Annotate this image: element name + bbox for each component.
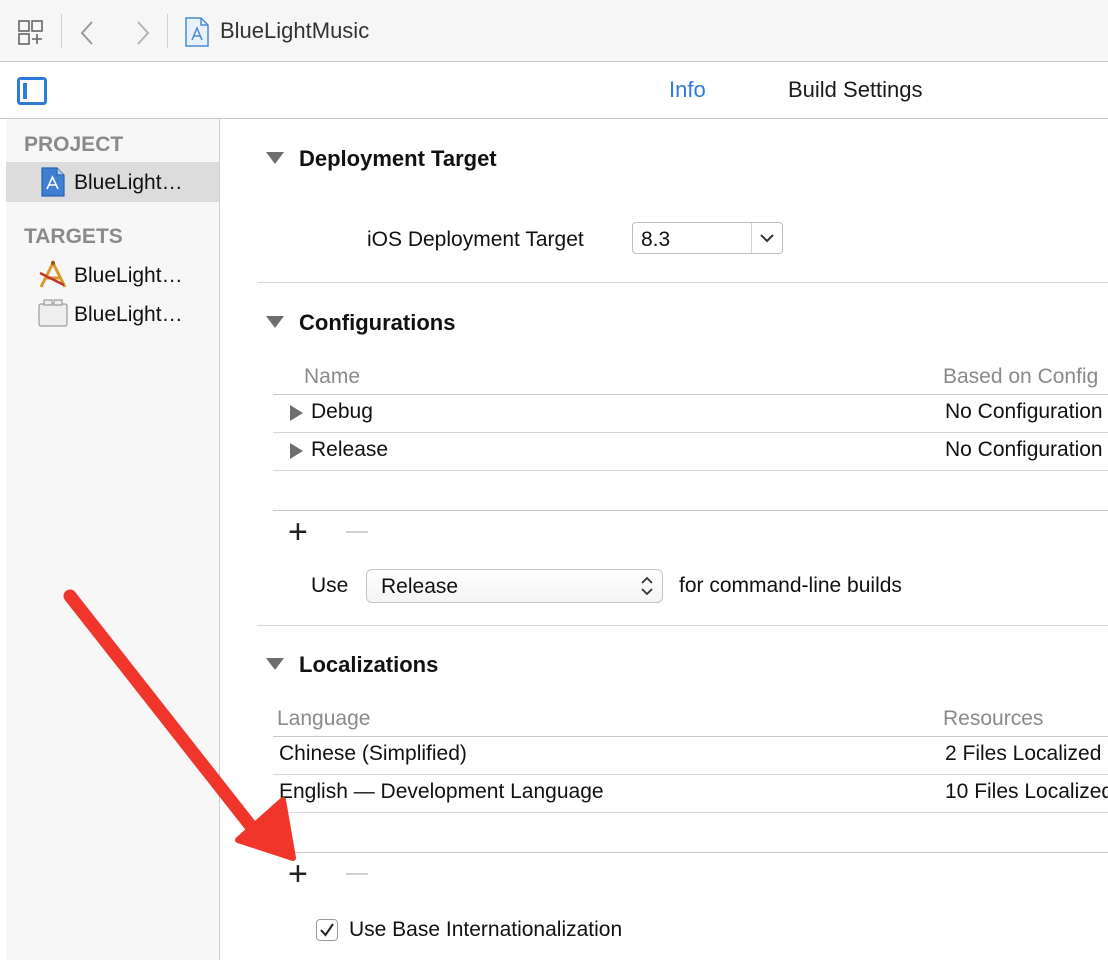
chevron-down-icon[interactable] xyxy=(751,223,782,253)
column-header-name[interactable]: Name xyxy=(304,365,360,389)
localization-row-language[interactable]: Chinese (Simplified) xyxy=(279,742,467,766)
remove-configuration-button[interactable] xyxy=(346,531,368,533)
sidebar-item-test-target[interactable]: BlueLight… xyxy=(6,294,219,334)
ios-deployment-target-label: iOS Deployment Target xyxy=(367,228,584,251)
back-chevron-icon[interactable] xyxy=(72,16,102,50)
project-file-icon xyxy=(182,15,212,49)
tab-build-settings[interactable]: Build Settings xyxy=(788,77,923,103)
toolbar-divider xyxy=(61,14,62,48)
column-header-language[interactable]: Language xyxy=(277,707,370,731)
deployment-disclosure-triangle[interactable] xyxy=(266,152,284,164)
related-items-grid-icon[interactable] xyxy=(14,16,48,50)
deployment-section-title: Deployment Target xyxy=(299,146,497,171)
localizations-disclosure-triangle[interactable] xyxy=(266,658,284,670)
add-configuration-button[interactable]: + xyxy=(288,515,308,549)
project-file-icon xyxy=(41,167,65,197)
table-header-divider xyxy=(273,736,1108,737)
localization-row-language[interactable]: English — Development Language xyxy=(279,780,604,804)
sidebar-item-project[interactable]: BlueLight… xyxy=(6,162,219,202)
configurations-disclosure-triangle[interactable] xyxy=(266,316,284,328)
sidebar-item-label: BlueLight… xyxy=(74,264,183,287)
toolbar-divider xyxy=(167,14,168,48)
table-header-divider xyxy=(273,394,1108,395)
config-row-name[interactable]: Release xyxy=(311,438,388,462)
command-line-config-popup[interactable]: Release xyxy=(366,569,663,603)
targets-section-header: TARGETS xyxy=(24,225,123,248)
base-internationalization-label[interactable]: Use Base Internationalization xyxy=(349,918,622,942)
breadcrumb-project[interactable]: BlueLightMusic xyxy=(220,18,369,44)
table-row-divider xyxy=(273,774,1108,775)
section-divider xyxy=(257,625,1108,626)
sidebar-item-label: BlueLight… xyxy=(74,171,183,194)
toolbar: BlueLightMusic xyxy=(0,0,1108,62)
column-header-based-on[interactable]: Based on Config xyxy=(943,365,1098,389)
base-internationalization-checkbox[interactable] xyxy=(316,919,338,941)
column-header-resources[interactable]: Resources xyxy=(943,707,1043,731)
use-suffix-label: for command-line builds xyxy=(679,574,902,597)
forward-chevron-icon[interactable] xyxy=(128,16,158,50)
use-label: Use xyxy=(311,574,349,597)
configurations-section-title: Configurations xyxy=(299,310,456,335)
table-row-divider xyxy=(273,432,1108,433)
localization-row-resources[interactable]: 10 Files Localized xyxy=(945,780,1108,804)
project-target-sidebar: PROJECT BlueLight… TARGETS BlueLight… Bl… xyxy=(6,119,220,960)
add-localization-button[interactable]: + xyxy=(288,857,308,891)
sidebar-item-label: BlueLight… xyxy=(74,303,183,326)
remove-localization-button[interactable] xyxy=(346,873,368,875)
config-row-based-on[interactable]: No Configuration xyxy=(945,400,1103,424)
project-section-header: PROJECT xyxy=(24,133,124,156)
localization-row-resources[interactable]: 2 Files Localized xyxy=(945,742,1101,766)
table-bottom-border xyxy=(273,852,1108,853)
table-bottom-border xyxy=(273,510,1108,511)
config-row-name[interactable]: Debug xyxy=(311,400,373,424)
deployment-target-value[interactable]: 8.3 xyxy=(641,228,670,252)
config-row-based-on[interactable]: No Configuration xyxy=(945,438,1103,462)
up-down-arrows-icon xyxy=(641,576,653,596)
table-row-divider xyxy=(273,812,1108,813)
table-row-divider xyxy=(273,470,1108,471)
tab-info[interactable]: Info xyxy=(669,77,706,103)
sidebar-item-app-target[interactable]: BlueLight… xyxy=(6,255,219,295)
ios-deployment-target-combobox[interactable]: 8.3 xyxy=(632,222,783,254)
row-disclosure-triangle[interactable] xyxy=(290,405,303,421)
editor-tab-bar: Info Build Settings xyxy=(0,62,1108,119)
command-line-config-value[interactable]: Release xyxy=(381,575,458,599)
test-bundle-icon xyxy=(38,299,68,327)
row-disclosure-triangle[interactable] xyxy=(290,443,303,459)
app-target-icon xyxy=(39,259,67,288)
sidebar-toggle-icon[interactable] xyxy=(16,76,48,106)
checkmark-icon xyxy=(320,923,334,937)
localizations-section-title: Localizations xyxy=(299,652,439,677)
section-divider xyxy=(257,282,1108,283)
